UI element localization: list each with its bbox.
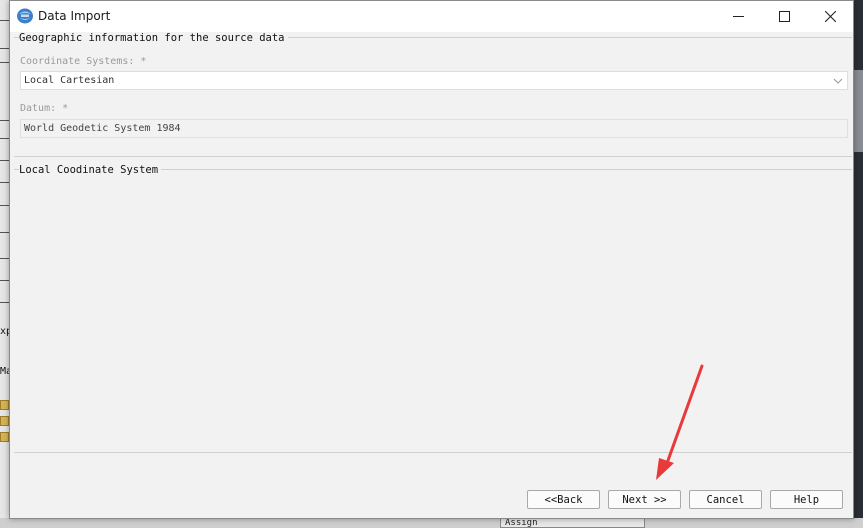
next-button[interactable]: Next >>: [608, 490, 681, 509]
close-button[interactable]: [807, 1, 853, 32]
folder-icon: [0, 432, 9, 442]
datum-field[interactable]: World Geodetic System 1984: [20, 119, 848, 138]
back-button[interactable]: <<Back: [527, 490, 600, 509]
help-button[interactable]: Help: [770, 490, 843, 509]
geographic-group-title: Geographic information for the source da…: [19, 32, 288, 44]
bg-panel: [854, 70, 863, 152]
coordinate-systems-value: Local Cartesian: [24, 75, 115, 86]
datum-label: Datum: *: [20, 103, 69, 114]
geographic-info-group: Geographic information for the source da…: [14, 32, 852, 157]
close-icon: [824, 11, 836, 22]
minimize-button[interactable]: [715, 1, 761, 32]
folder-icon: [0, 400, 9, 410]
coordinate-systems-label: Coordinate Systems: *: [20, 56, 147, 67]
coordinate-systems-dropdown[interactable]: Local Cartesian: [20, 71, 848, 90]
cancel-button[interactable]: Cancel: [689, 490, 762, 509]
data-import-dialog: Data Import Geographic information for t…: [9, 0, 854, 519]
local-group-title: Local Coodinate System: [19, 164, 162, 176]
maximize-button[interactable]: [761, 1, 807, 32]
chevron-down-icon: [833, 78, 843, 84]
background-app-bottom-edge: Assign: [0, 518, 863, 528]
minimize-icon: [732, 16, 744, 17]
datum-value: World Geodetic System 1984: [24, 123, 181, 134]
window-title: Data Import: [38, 9, 111, 23]
background-app-right-edge: [854, 0, 863, 528]
folder-icon: [0, 416, 9, 426]
maximize-icon: [778, 11, 790, 22]
bg-assign-dropdown: Assign: [500, 518, 645, 528]
title-bar[interactable]: Data Import: [10, 1, 853, 32]
local-coordinate-system-group: Local Coodinate System: [14, 164, 852, 453]
app-logo-icon: [17, 8, 33, 24]
